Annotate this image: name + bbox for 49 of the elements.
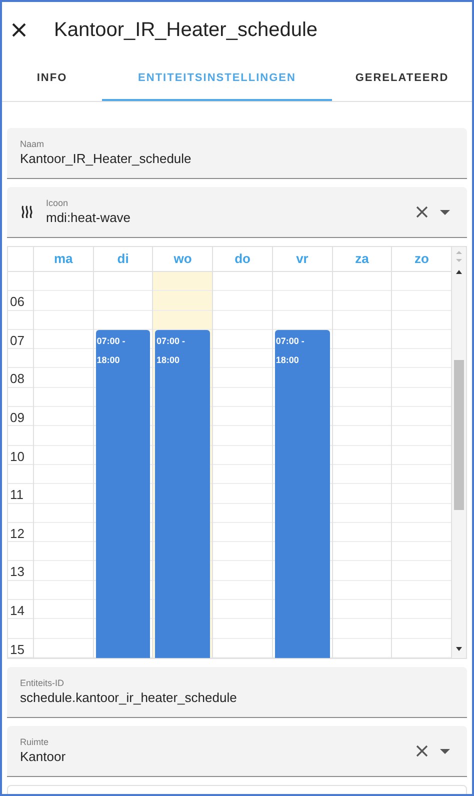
field-value: Kantoor xyxy=(20,748,67,766)
hour-label: 15 xyxy=(8,638,33,658)
hour-label: 11 xyxy=(8,484,33,504)
hour-label: 06 xyxy=(8,291,33,311)
weekday-header: zo xyxy=(414,250,429,268)
schedule-event[interactable]: 07:00 - 18:00 xyxy=(155,330,210,658)
field-label: Ruimte xyxy=(20,736,50,748)
close-icon[interactable] xyxy=(12,23,26,37)
hour-label: 09 xyxy=(8,407,33,426)
hour-label: 13 xyxy=(8,561,33,581)
field-value: mdi:heat-wave xyxy=(46,209,132,227)
hour-label: 08 xyxy=(8,368,33,388)
schedule-event[interactable]: 07:00 - 18:00 xyxy=(274,330,330,658)
field-value: schedule.kantoor_ir_heater_schedule xyxy=(20,689,238,707)
field-label: Entiteits-ID xyxy=(20,677,66,689)
schedule-event[interactable]: 07:00 - 18:00 xyxy=(96,330,150,658)
field-label: Naam xyxy=(20,138,46,150)
scrollbar-thumb[interactable] xyxy=(454,360,464,510)
tab[interactable]: INFO xyxy=(2,58,102,101)
dropdown-caret-icon[interactable] xyxy=(440,748,450,754)
hour-label: 12 xyxy=(8,522,33,542)
dropdown-caret-icon[interactable] xyxy=(440,210,450,214)
heat-wave-icon xyxy=(20,205,34,219)
weekday-header: wo xyxy=(174,250,192,268)
weekday-header: vr xyxy=(296,250,308,268)
icon-field[interactable]: Icoon mdi:heat-wave xyxy=(7,187,467,238)
dialog-title: Kantoor_IR_Heater_schedule xyxy=(54,18,318,43)
hour-label: 10 xyxy=(8,446,33,465)
weekday-header: di xyxy=(117,250,129,268)
scroll-up-icon[interactable] xyxy=(455,269,463,275)
entity-id-field[interactable]: Entiteits-ID schedule.kantoor_ir_heater_schedule xyxy=(7,667,467,718)
name-field[interactable]: Naam Kantoor_IR_Heater_schedule xyxy=(7,128,467,179)
weekday-header: ma xyxy=(54,250,73,268)
hour-label: 14 xyxy=(8,600,33,620)
hour-label: 07 xyxy=(8,330,33,350)
weekday-header: do xyxy=(234,250,250,268)
weekday-header: za xyxy=(355,250,369,268)
scrollbar[interactable] xyxy=(452,247,466,658)
clear-icon[interactable] xyxy=(416,745,428,757)
day-column[interactable]: 07:00 - 18:00 xyxy=(153,272,214,658)
day-column[interactable]: 07:00 - 18:00 xyxy=(94,272,154,658)
tab[interactable]: GERELATEERD xyxy=(332,58,472,101)
day-column[interactable]: 07:00 - 18:00 xyxy=(272,272,333,658)
field-label: Icoon xyxy=(46,197,70,209)
tab[interactable]: ENTITEITSINSTELLINGEN xyxy=(102,58,332,101)
clear-icon[interactable] xyxy=(416,206,428,218)
area-field[interactable]: Ruimte Kantoor xyxy=(7,726,467,777)
scroll-down-icon[interactable] xyxy=(455,646,463,652)
field-value: Kantoor_IR_Heater_schedule xyxy=(20,150,192,168)
